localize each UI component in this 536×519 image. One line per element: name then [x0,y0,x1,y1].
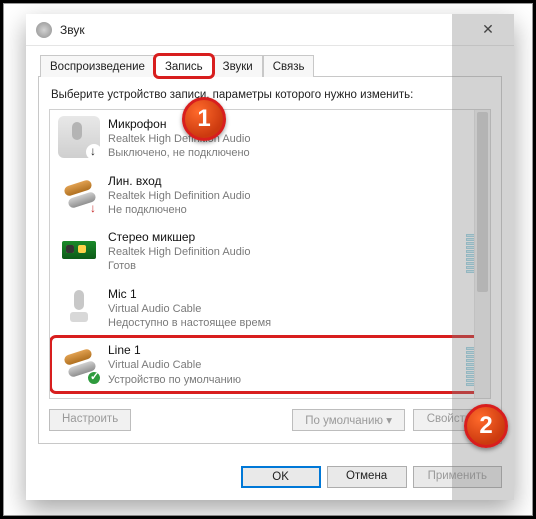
status-badge-unplugged-icon [86,201,102,217]
device-row[interactable]: Стерео микшер Realtek High Definition Au… [50,223,490,280]
status-badge-default-icon [86,370,102,386]
status-badge-disabled-icon [86,144,102,160]
tab-strip: Воспроизведение Запись Звуки Связь [40,54,502,76]
cancel-button[interactable]: Отмена [327,466,407,488]
sound-dialog: Звук ✕ Воспроизведение Запись Звуки Связ… [26,14,514,500]
annotation-callout-2: 2 [464,404,508,448]
device-driver: Realtek High Definition Audio [108,132,482,146]
close-button[interactable]: ✕ [468,18,508,42]
instruction-text: Выберите устройство записи, параметры ко… [51,89,491,101]
scroll-thumb[interactable] [477,112,488,292]
apply-button[interactable]: Применить [413,466,502,488]
device-row[interactable]: Микрофон Realtek High Definition Audio В… [50,110,490,167]
dialog-footer: OK Отмена Применить [26,456,514,500]
device-name: Стерео микшер [108,230,466,245]
annotation-callout-1: 1 [182,97,226,141]
tab-sounds[interactable]: Звуки [213,55,263,77]
device-status: Выключено, не подключено [108,146,482,160]
ok-button[interactable]: OK [241,466,321,488]
device-list[interactable]: Микрофон Realtek High Definition Audio В… [49,109,491,399]
tab-communications[interactable]: Связь [263,55,315,77]
microphone-icon [58,286,100,328]
line-icon [58,342,100,384]
line-in-icon [58,173,100,215]
tab-playback[interactable]: Воспроизведение [40,55,155,77]
stereo-mix-icon [58,229,100,271]
device-driver: Virtual Audio Cable [108,302,482,316]
scrollbar[interactable] [474,110,490,398]
device-row[interactable]: Mic 1 Virtual Audio Cable Недоступно в н… [50,280,490,337]
device-status: Готов [108,259,466,273]
device-status: Недоступно в настоящее время [108,316,482,330]
tab-recording[interactable]: Запись [155,55,213,77]
device-status: Устройство по умолчанию [108,373,466,387]
window-title: Звук [60,23,85,37]
device-name: Line 1 [108,343,466,358]
device-driver: Virtual Audio Cable [108,358,466,372]
device-name: Микрофон [108,117,482,132]
device-row-selected[interactable]: Line 1 Virtual Audio Cable Устройство по… [50,336,490,393]
device-name: Mic 1 [108,287,482,302]
tab-panel: Выберите устройство записи, параметры ко… [38,76,502,444]
titlebar: Звук ✕ [26,14,514,46]
device-driver: Realtek High Definition Audio [108,189,482,203]
device-status: Не подключено [108,203,482,217]
set-default-button[interactable]: По умолчанию [292,409,405,431]
device-row[interactable]: Лин. вход Realtek High Definition Audio … [50,167,490,224]
device-driver: Realtek High Definition Audio [108,245,466,259]
sound-icon [36,22,52,38]
device-name: Лин. вход [108,174,482,189]
configure-button[interactable]: Настроить [49,409,131,431]
microphone-icon [58,116,100,158]
